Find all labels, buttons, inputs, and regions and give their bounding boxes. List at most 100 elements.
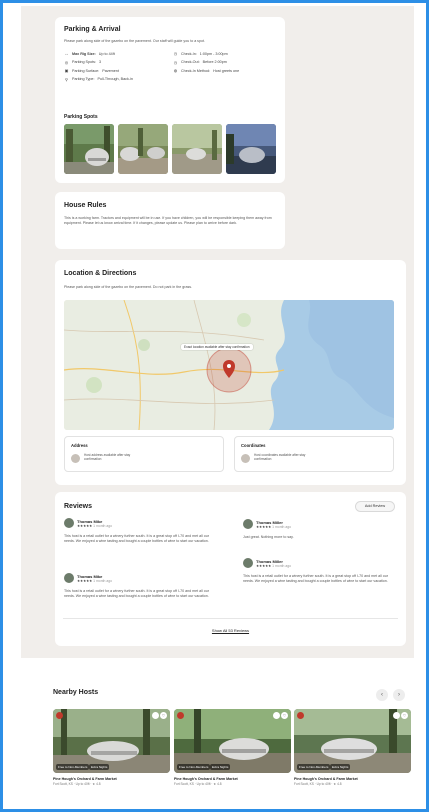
star-rating: ★★★★★ <box>77 523 93 528</box>
parking-spots-value: 3 <box>98 60 102 64</box>
parking-spots-label: Parking Spots: <box>72 60 96 64</box>
share-icon[interactable] <box>273 712 280 719</box>
parking-type-icon: ⚲ <box>65 76 68 82</box>
share-icon[interactable] <box>152 712 159 719</box>
star-rating: ★★★★★ <box>256 524 272 529</box>
host-badge-icon <box>297 712 304 719</box>
parking-type-label: Parking Type: <box>72 77 95 81</box>
divider <box>63 618 398 619</box>
coordinates-text: Host coordinates available after stay co… <box>254 453 306 462</box>
host-name: Pine Hough's Orchard & Farm Market <box>294 777 358 781</box>
map-tooltip: Exact location available after stay conf… <box>181 344 253 350</box>
parking-spot-photo-2[interactable] <box>118 124 168 174</box>
check-in-label: Check-In: <box>181 51 197 56</box>
host-badge-icon <box>177 712 184 719</box>
host-meta: Fort Scott, KS · Up to 40ft · ★ 4.8 <box>174 782 222 786</box>
review-text: This host is a retail outlet for a winer… <box>64 534 209 543</box>
review-time: 1 month ago <box>272 524 292 529</box>
house-rules-text: This is a working farm. Tractors and equ… <box>64 216 272 225</box>
reviews-card: Reviews Add Review Thomas Mike ★★★★★ 1 m… <box>55 492 406 646</box>
parking-title: Parking & Arrival <box>64 26 121 33</box>
star-rating: ★★★★★ <box>256 563 272 568</box>
host-image: ♡ Free to Non-Members Extra Nights <box>53 709 170 773</box>
parking-surface-label: Parking Surface: <box>72 68 100 73</box>
parking-arrival-card: Parking & Arrival Please park along side… <box>55 17 285 183</box>
address-text: Host address available after stay confir… <box>84 453 131 462</box>
parking-spot-photo-4[interactable] <box>226 124 276 174</box>
show-all-reviews-link[interactable]: Show All 53 Reviews <box>55 628 406 633</box>
coordinates-title: Coordinates <box>241 443 266 448</box>
house-rules-title: House Rules <box>64 202 107 209</box>
address-box: Address Host address available after sta… <box>64 436 224 472</box>
host-badge-icon <box>56 712 63 719</box>
parking-type-value: Pull-Through, Back-in <box>97 77 133 81</box>
share-icon[interactable] <box>393 712 400 719</box>
check-out-label: Check-Out: <box>181 60 200 64</box>
rig-size-icon: ↔ <box>64 51 69 56</box>
parking-surface-value: Pavement <box>102 68 119 73</box>
reviews-title: Reviews <box>64 503 93 510</box>
location-title: Location & Directions <box>64 270 137 277</box>
heart-icon[interactable]: ♡ <box>281 712 288 719</box>
host-card[interactable]: ♡ Free to Non-Members Extra Nights Pine … <box>53 709 170 786</box>
lock-icon <box>71 454 80 463</box>
location-map[interactable]: Exact location available after stay conf… <box>64 300 394 430</box>
host-meta: Fort Scott, KS · Up to 40ft · ★ 4.8 <box>53 782 101 786</box>
check-in-method-row: ◍ Check-In Method: Host greets one <box>173 68 239 73</box>
extra-nights-chip: Extra Nights <box>210 764 231 770</box>
parking-details-right: ◷ Check-In: 1:00pm - 3:00pm ◷ Check-Out: Bef… <box>173 51 239 73</box>
host-name: Pine Hough's Orchard & Farm Market <box>53 777 117 781</box>
avatar <box>64 573 74 583</box>
heart-icon[interactable]: ♡ <box>401 712 408 719</box>
review-item: Thomas Miller ★★★★★ 1 month ago This hos… <box>243 558 393 584</box>
parking-spots-row: ◎ Parking Spots: 3 <box>64 60 133 65</box>
parking-spots-title: Parking Spots <box>64 114 98 120</box>
check-out-row: ◷ Check-Out: Before 2:00pm <box>173 60 239 65</box>
review-time: 1 month ago <box>93 578 113 583</box>
check-in-row: ◷ Check-In: 1:00pm - 3:00pm <box>173 51 239 56</box>
review-text: Just great. Nothing more to say. <box>243 535 294 539</box>
clock-icon: ◷ <box>173 59 178 65</box>
host-card[interactable]: ♡ Free to Non-Members Extra Nights Pine … <box>294 709 411 786</box>
nearby-hosts-title: Nearby Hosts <box>53 689 99 696</box>
star-rating: ★★★★★ <box>77 578 93 583</box>
rig-size-value: Up to 44ft <box>98 51 115 56</box>
review-text: This host is a retail outlet for a winer… <box>64 589 209 598</box>
host-card[interactable]: ♡ Free to Non-Members Extra Nights Pine … <box>174 709 291 786</box>
parking-spot-photo-1[interactable] <box>64 124 114 174</box>
check-in-method-label: Check-In Method: <box>181 68 211 73</box>
avatar <box>243 519 253 529</box>
check-in-value: 1:00pm - 3:00pm <box>199 51 228 56</box>
address-title: Address <box>71 443 88 448</box>
parking-spots-icon: ◎ <box>64 59 69 65</box>
parking-surface-icon: ▣ <box>64 68 69 73</box>
rig-size-label: Max Rig Size: <box>72 51 96 56</box>
house-rules-card: House Rules This is a working farm. Trac… <box>55 192 285 249</box>
review-time: 1 month ago <box>272 563 292 568</box>
carousel-next-button[interactable]: › <box>393 689 405 701</box>
parking-intro: Please park along side of the gazebo on … <box>64 39 205 43</box>
handshake-icon: ◍ <box>173 68 178 73</box>
check-in-method-value: Host greets one <box>213 68 240 73</box>
map-pin-icon <box>222 356 236 374</box>
check-out-value: Before 2:00pm <box>202 60 227 64</box>
clock-icon: ◷ <box>173 51 178 56</box>
carousel-prev-button[interactable]: ‹ <box>376 689 388 701</box>
parking-spot-photo-3[interactable] <box>172 124 222 174</box>
free-chip: Free to Non-Members <box>56 764 90 770</box>
location-intro: Please park along side of the gazebo on … <box>64 285 193 289</box>
avatar <box>64 518 74 528</box>
review-text: This host is a retail outlet for a winer… <box>243 574 388 583</box>
coordinates-box: Coordinates Host coordinates available a… <box>234 436 394 472</box>
review-item: Thomas Mike ★★★★★ 1 month ago This host … <box>64 518 214 544</box>
avatar <box>243 558 253 568</box>
add-review-button[interactable]: Add Review <box>355 501 395 512</box>
host-name: Pine Hough's Orchard & Farm Market <box>174 777 238 781</box>
extra-nights-chip: Extra Nights <box>89 764 110 770</box>
host-meta: Fort Scott, KS · Up to 40ft · ★ 4.8 <box>294 782 342 786</box>
heart-icon[interactable]: ♡ <box>160 712 167 719</box>
lock-icon <box>241 454 250 463</box>
rig-size-row: ↔ Max Rig Size: Up to 44ft <box>64 51 133 56</box>
review-item: Thomas Mike ★★★★★ 1 month ago This host … <box>64 573 214 599</box>
free-chip: Free to Non-Members <box>297 764 331 770</box>
